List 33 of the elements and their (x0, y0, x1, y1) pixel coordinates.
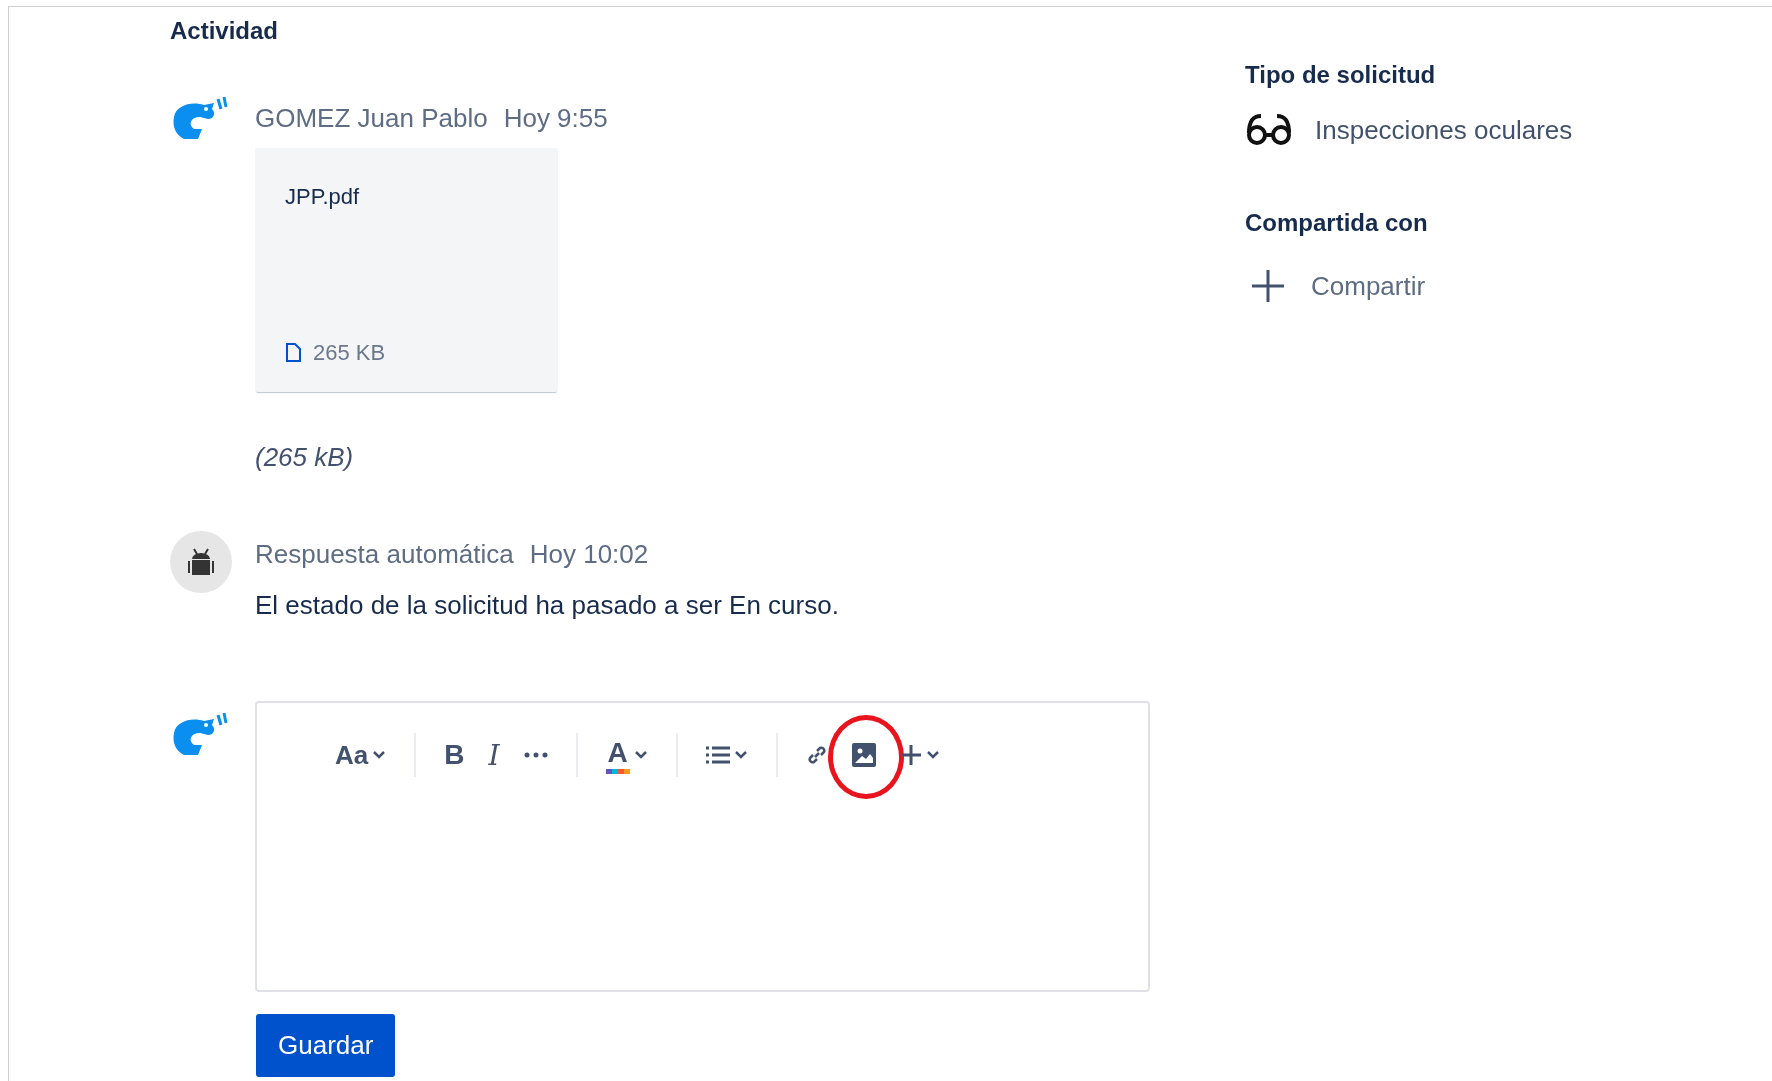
caret-icon (925, 750, 940, 760)
share-button[interactable]: Compartir (1245, 269, 1573, 303)
image-icon (851, 743, 876, 767)
link-icon (805, 744, 828, 766)
bullet-list-icon (705, 745, 730, 765)
caret-icon (733, 750, 748, 760)
color-bar-icon (605, 768, 630, 774)
text-color-button[interactable]: A (601, 732, 652, 778)
section-heading: Tipo de solicitud (1245, 61, 1437, 89)
more-icon (523, 752, 548, 758)
glasses-icon (1245, 113, 1293, 147)
attachment-card[interactable]: JPP.pdf 265 KB (255, 148, 558, 392)
author-name: Respuesta automática (255, 539, 514, 570)
author-name: GOMEZ Juan Pablo (255, 103, 488, 134)
plus-icon (1251, 269, 1285, 303)
caret-icon (372, 750, 387, 760)
section-heading: Compartida con (1245, 209, 1429, 237)
comment-text: El estado de la solicitud ha pasado a ser En curso. (255, 590, 839, 621)
comment-editor[interactable]: Aa B I A (255, 701, 1150, 992)
text-style-button[interactable]: Aa (331, 735, 391, 775)
comment-time: Hoy 10:02 (529, 539, 649, 570)
section-title: Actividad (170, 17, 280, 45)
file-name: JPP.pdf (285, 184, 361, 210)
request-type: Inspecciones oculares (1315, 114, 1573, 146)
bold-button[interactable]: B (440, 735, 469, 775)
plus-icon (899, 744, 922, 766)
document-icon (285, 343, 301, 363)
file-size: 265 KB (313, 340, 386, 366)
italic-button[interactable]: I (484, 734, 504, 776)
comment-time: Hoy 9:55 (503, 103, 608, 134)
caret-icon (633, 750, 648, 760)
attachment-note: (265 kB) (255, 442, 355, 473)
save-button[interactable]: Guardar (256, 1014, 396, 1077)
